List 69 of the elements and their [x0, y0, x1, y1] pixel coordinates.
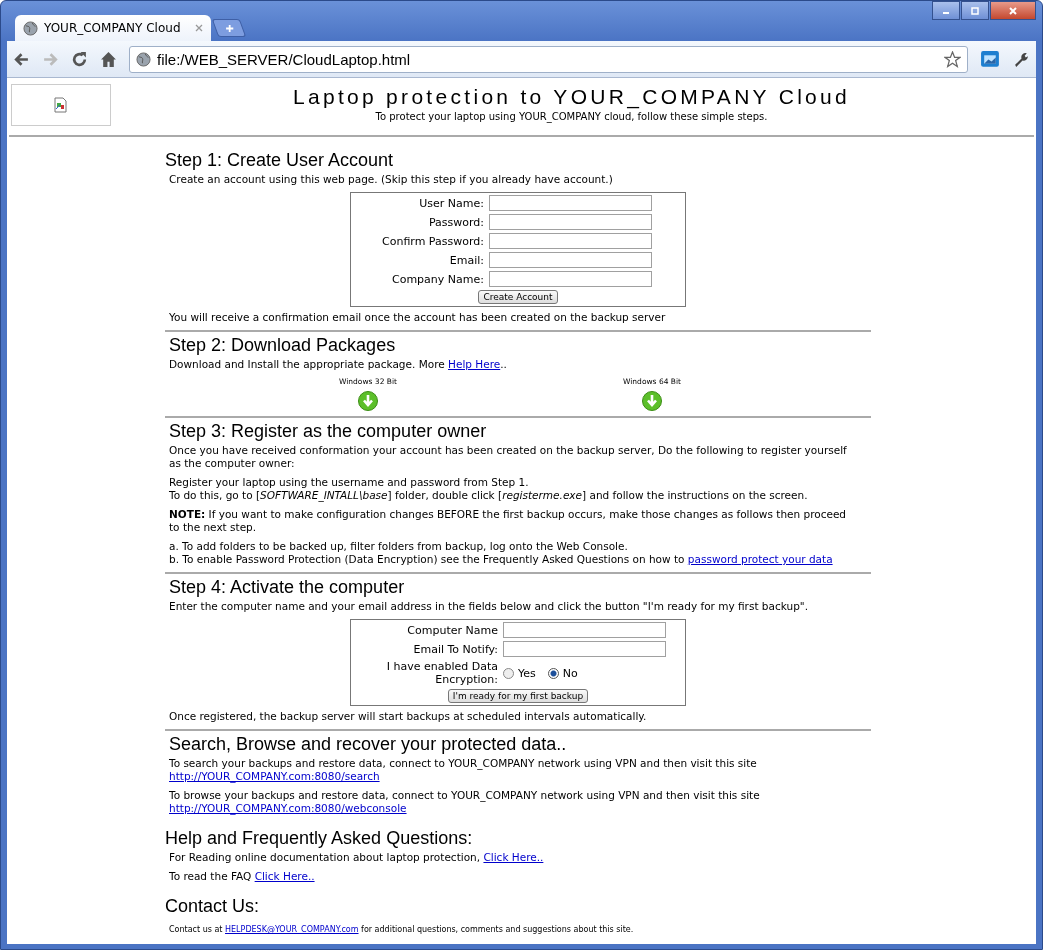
minimize-button[interactable] — [932, 1, 960, 20]
maximize-button[interactable] — [961, 1, 989, 20]
input-field[interactable] — [488, 233, 652, 249]
globe-icon — [23, 20, 38, 36]
paragraph: To search your backups and restore data, connect to YOUR_COMPANY network using VPN and then visit this site http://YOUR_COMPANY.com:8080/search — [169, 757, 758, 783]
radio-button[interactable] — [547, 667, 559, 679]
submit-button[interactable]: I'm ready for my first backup — [447, 689, 589, 703]
reload-icon[interactable] — [71, 50, 88, 68]
close-icon[interactable] — [1008, 5, 1018, 16]
field-label: Computer Name — [406, 623, 498, 637]
field-label: Password: — [427, 215, 484, 229]
link[interactable]: Help Here — [448, 358, 501, 370]
address-bar[interactable]: file:/WEB_SERVER/CloudLaptop.html — [129, 45, 968, 73]
input-field[interactable] — [488, 214, 652, 230]
plus-icon[interactable] — [224, 23, 234, 33]
field-label: Company Name: — [390, 272, 484, 286]
broken-image-icon — [53, 97, 69, 113]
bookmark-star-icon[interactable] — [944, 50, 961, 68]
paragraph: Create an account using this web page. (Skip this step if you already have account.) — [169, 173, 614, 186]
input-field[interactable] — [503, 641, 666, 657]
wrench-icon[interactable] — [1013, 50, 1030, 68]
link[interactable]: http://YOUR_COMPANY.com:8080/webconsole — [169, 802, 407, 814]
section-heading: Search, Browse and recover your protected data.. — [169, 734, 568, 755]
paragraph: NOTE: If you want to make configuration changes BEFORE the first backup occurs, make those changes as follows then proceed to the next step. — [169, 508, 848, 534]
new-tab-button[interactable] — [211, 19, 247, 37]
back-icon[interactable] — [13, 50, 30, 68]
extension-icon[interactable] — [980, 48, 1001, 70]
paragraph: Contact us at HELPDESK@YOUR_COMPANY.com for additional questions, comments and suggestions about this site. — [169, 924, 635, 936]
browser-tab[interactable]: YOUR_COMPANY Cloud — [15, 15, 211, 41]
section-heading: Step 1: Create User Account — [165, 150, 395, 171]
field-label: I have enabled Data Encryption: — [385, 660, 498, 686]
close-button[interactable] — [990, 1, 1036, 20]
section-heading: Step 4: Activate the computer — [169, 577, 406, 598]
field-label: Email: — [448, 253, 484, 267]
paragraph: To read the FAQ Click Here.. — [169, 870, 316, 883]
close-tab-icon[interactable] — [195, 24, 203, 32]
paragraph: Download and Install the appropriate package. More Help Here.. — [169, 358, 508, 371]
input-field[interactable] — [503, 622, 666, 638]
home-icon[interactable] — [100, 50, 117, 68]
section-heading: Step 3: Register as the computer owner — [169, 421, 488, 442]
input-field[interactable] — [488, 252, 652, 268]
link[interactable]: Click Here.. — [483, 851, 544, 863]
link[interactable]: password protect your data — [687, 553, 833, 565]
input-field[interactable] — [488, 271, 652, 287]
globe-icon — [136, 51, 151, 67]
page-title: Laptop protection to YOUR_COMPANY Cloud — [291, 85, 852, 109]
paragraph: You will receive a confirmation email once the account has been created on the backup server — [169, 311, 667, 324]
radio-label: No — [562, 666, 578, 680]
link[interactable]: HELPDESK@YOUR_COMPANY.com — [225, 925, 359, 934]
paragraph: Enter the computer name and your email address in the fields below and click the button "I'm ready for my first backup". — [169, 600, 809, 613]
paragraph: Once you have received conformation your account has been created on the backup server, Do the following to register yourself as the computer owner: — [169, 444, 848, 470]
section-heading: Contact Us: — [165, 896, 261, 917]
paragraph: For Reading online documentation about laptop protection, Click Here.. — [169, 851, 545, 864]
field-label: Confirm Password: — [382, 234, 484, 248]
input-field[interactable] — [488, 195, 652, 211]
paragraph: Once registered, the backup server will start backups at scheduled intervals automatically. — [169, 710, 648, 723]
field-label: Email To Notify: — [412, 642, 498, 656]
paragraph: To browse your backups and restore data, connect to YOUR_COMPANY network using VPN and then visit this site http://YOUR_COMPANY.com:8080/webconsole — [169, 789, 761, 815]
paragraph: Register your laptop using the username and password from Step 1. To do this, go to [SOFTWARE_INTALL\base] folder, double click [registerme.exe] and follow the instructions on the screen. — [169, 476, 809, 502]
radio-label: Yes — [518, 666, 536, 680]
section-heading: Step 2: Download Packages — [169, 335, 397, 356]
link[interactable]: http://YOUR_COMPANY.com:8080/search — [169, 770, 380, 782]
section-heading: Help and Frequently Asked Questions: — [165, 828, 474, 849]
radio-button[interactable] — [503, 667, 514, 679]
field-label: User Name: — [418, 196, 484, 210]
paragraph: a. To add folders to be backed up, filter folders from backup, log onto the Web Console. b. To enable Password Protection (Data Encryption) see the Frequently Asked Questions on how to password protect your data — [169, 540, 834, 566]
link[interactable]: Click Here.. — [254, 870, 315, 882]
page-subtitle: To protect your laptop using YOUR_COMPANY cloud, follow these simple steps. — [374, 111, 769, 122]
submit-button[interactable]: Create Account — [478, 290, 558, 304]
